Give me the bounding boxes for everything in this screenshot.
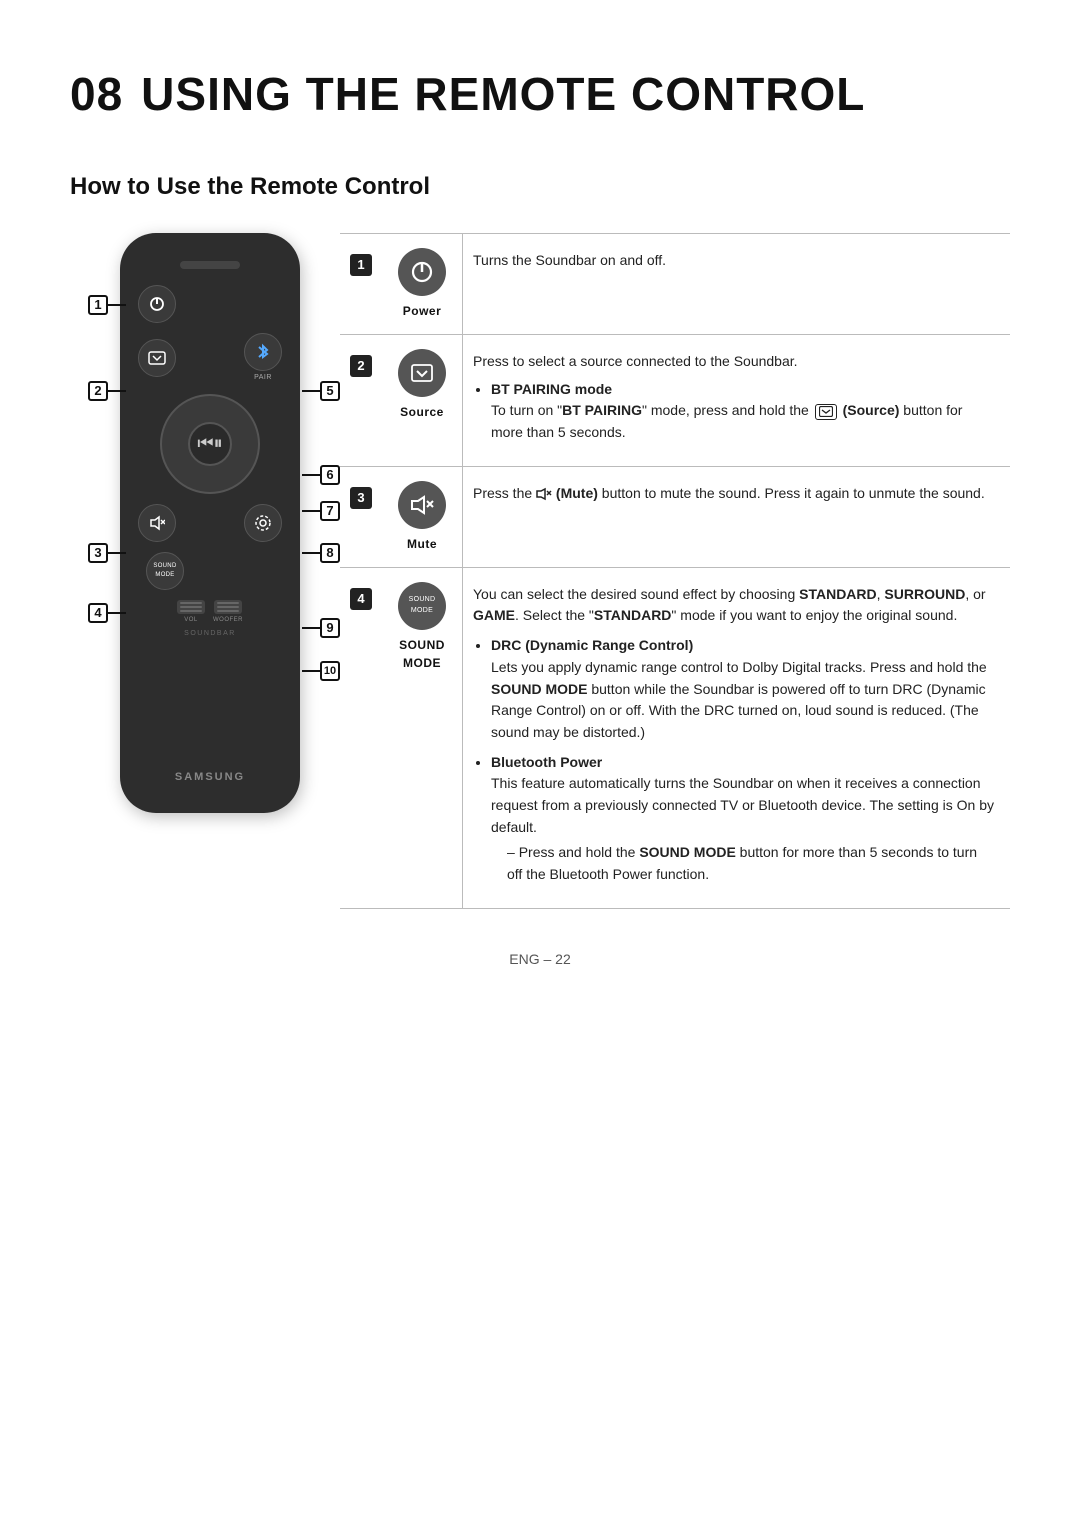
mute-button[interactable]	[138, 504, 176, 542]
row-text-power: Turns the Soundbar on and off.	[462, 234, 1010, 334]
soundbar-label: SOUNDBAR	[184, 629, 236, 640]
remote-row-power	[138, 285, 282, 323]
sound-mode-icon-label: SOUND MODE	[388, 636, 456, 672]
remote-row-mute-gear	[138, 504, 282, 542]
remote-top-bar	[180, 261, 240, 269]
table-row-mute: 3 Mute Press the (Mute) button to mute t…	[340, 467, 1010, 568]
row-icon-mute: Mute	[382, 467, 462, 567]
row-text-mute: Press the (Mute) button to mute the soun…	[462, 467, 1010, 567]
power-icon	[398, 248, 446, 296]
table-row-sound-mode: 4 SOUND MODE SOUND MODE You can select t…	[340, 568, 1010, 909]
callout-9: 9	[302, 618, 340, 638]
power-icon-label: Power	[403, 302, 442, 320]
sound-mode-icon: SOUND MODE	[398, 582, 446, 630]
callout-4: 4	[88, 603, 126, 623]
mute-inline-icon	[536, 487, 552, 501]
source-icon	[398, 349, 446, 397]
remote-body: PAIR ⏮⏸	[120, 233, 300, 813]
row-num-4: 4	[340, 568, 382, 908]
vol-slider[interactable]: VOL	[177, 600, 205, 625]
bluetooth-button[interactable]	[244, 333, 282, 371]
row-num-3: 3	[340, 467, 382, 567]
section-title: How to Use the Remote Control	[70, 169, 1010, 205]
sound-mode-button[interactable]: SOUND MODE	[146, 552, 184, 590]
woofer-slider[interactable]: WOOFER	[213, 600, 243, 625]
row-text-source: Press to select a source connected to th…	[462, 335, 1010, 466]
callout-6: 6	[302, 465, 340, 485]
remote-row-sound: SOUND MODE	[138, 552, 282, 590]
table-row-source: 2 Source Press to select a source connec…	[340, 335, 1010, 467]
power-button[interactable]	[138, 285, 176, 323]
callout-2: 2	[88, 381, 126, 401]
source-button[interactable]	[138, 339, 176, 377]
callout-10: 10	[302, 661, 340, 681]
remote-row-source-bt: PAIR	[138, 333, 282, 384]
remote-control-diagram: PAIR ⏮⏸	[70, 233, 340, 813]
row-icon-source: Source	[382, 335, 462, 466]
row-icon-power: Power	[382, 234, 462, 334]
nav-ring[interactable]: ⏮⏸	[160, 394, 260, 494]
mute-icon-label: Mute	[407, 535, 437, 553]
callout-5: 5	[302, 381, 340, 401]
callout-7: 7	[302, 501, 340, 521]
page-footer: ENG – 22	[70, 949, 1010, 970]
source-inline-icon	[815, 404, 837, 420]
sound-mode-gear-button[interactable]	[244, 504, 282, 542]
row-num-2: 2	[340, 335, 382, 466]
callout-3: 3	[88, 543, 126, 563]
row-text-sound-mode: You can select the desired sound effect …	[462, 568, 1010, 908]
bluetooth-label: PAIR	[254, 373, 272, 384]
callout-1: 1	[88, 295, 126, 315]
description-table: 1 Power Turns the Soundbar on and off. 2	[340, 233, 1010, 909]
play-pause-button[interactable]: ⏮⏸	[188, 422, 232, 466]
mute-icon	[398, 481, 446, 529]
brand-label: SAMSUNG	[175, 769, 245, 786]
row-icon-sound-mode: SOUND MODE SOUND MODE	[382, 568, 462, 908]
callout-8: 8	[302, 543, 340, 563]
page-title: 08USING THE REMOTE CONTROL	[70, 60, 1010, 129]
source-icon-label: Source	[400, 403, 444, 421]
row-num-1: 1	[340, 234, 382, 334]
remote-sliders-row: VOL WOOFER	[138, 600, 282, 625]
table-row-power: 1 Power Turns the Soundbar on and off.	[340, 234, 1010, 335]
